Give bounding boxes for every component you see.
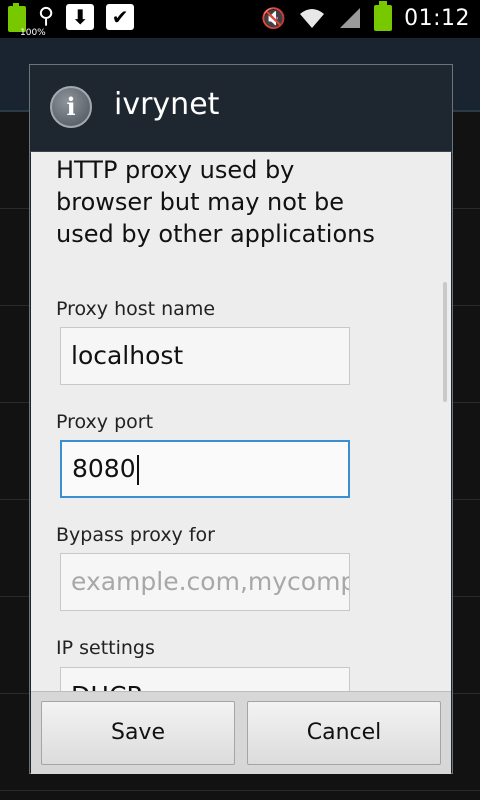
bypass-proxy-placeholder: example.com,mycomp bbox=[71, 567, 350, 596]
scrollbar[interactable] bbox=[443, 282, 447, 402]
proxy-port-input[interactable]: 8080 bbox=[60, 440, 350, 498]
dialog-button-bar: Save Cancel bbox=[31, 691, 451, 774]
proxy-host-label: Proxy host name bbox=[56, 298, 216, 320]
info-icon: i bbox=[50, 86, 92, 128]
proxy-description: HTTP proxy used by browser but may not b… bbox=[56, 156, 375, 248]
status-bar: 100% ⚲ ⬇ ✔ 🔇 01:12 bbox=[0, 0, 480, 38]
proxy-host-value: localhost bbox=[71, 341, 184, 370]
clock: 01:12 bbox=[404, 5, 470, 31]
ip-settings-label: IP settings bbox=[56, 637, 155, 659]
dialog-content: HTTP proxy used by browser but may not b… bbox=[31, 152, 451, 756]
battery-percent: 100% bbox=[20, 28, 46, 38]
battery-icon bbox=[374, 1, 393, 31]
bypass-proxy-label: Bypass proxy for bbox=[56, 524, 215, 546]
save-button[interactable]: Save bbox=[41, 701, 235, 765]
wifi-icon bbox=[298, 6, 326, 30]
proxy-port-label: Proxy port bbox=[56, 411, 154, 433]
cancel-button[interactable]: Cancel bbox=[247, 701, 441, 765]
mute-icon: 🔇 bbox=[261, 6, 287, 30]
bypass-proxy-input[interactable]: example.com,mycomp bbox=[60, 553, 350, 611]
wifi-network-dialog: i ivrynet HTTP proxy used by browser but… bbox=[29, 64, 453, 774]
text-cursor bbox=[136, 455, 139, 485]
status-bar-system: 🔇 01:12 bbox=[261, 1, 470, 31]
proxy-host-input[interactable]: localhost bbox=[60, 327, 350, 385]
signal-icon bbox=[338, 6, 362, 30]
usb-icon: ⚲ bbox=[38, 4, 55, 29]
dialog-title: ivrynet bbox=[114, 87, 220, 122]
download-icon: ⬇ bbox=[66, 4, 95, 30]
proxy-port-value: 8080 bbox=[72, 454, 136, 483]
checkmark-icon: ✔ bbox=[106, 4, 135, 30]
status-bar-notifications: 100% ⚲ ⬇ ✔ bbox=[8, 3, 135, 38]
dialog-title-bar: i ivrynet bbox=[30, 65, 452, 153]
